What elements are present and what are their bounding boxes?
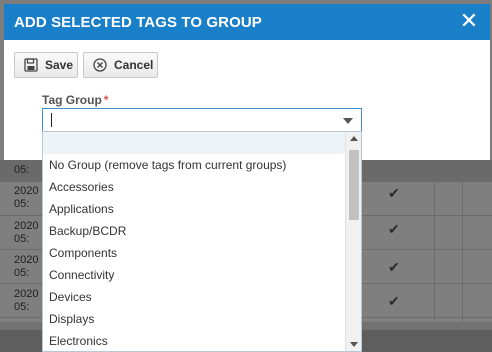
cancel-label: Cancel: [114, 58, 154, 72]
dropdown-option[interactable]: Accessories: [49, 176, 114, 198]
background-cell-date: 2020: [14, 254, 39, 266]
cancel-icon: [93, 58, 107, 72]
dropdown-option[interactable]: Displays: [49, 308, 94, 330]
chevron-down-icon[interactable]: [343, 118, 353, 124]
dropdown-scrollbar[interactable]: [345, 132, 361, 351]
dropdown-option[interactable]: Components: [49, 242, 117, 264]
tag-group-select[interactable]: [42, 108, 362, 132]
scroll-down-arrow-icon[interactable]: [350, 342, 358, 347]
save-label: Save: [45, 58, 74, 72]
dialog-titlebar: ADD SELECTED TAGS TO GROUP ✕: [4, 4, 490, 40]
required-marker: *: [103, 93, 109, 107]
check-icon: ✔: [388, 185, 400, 201]
background-column-divider: [434, 160, 435, 332]
tag-group-label: Tag Group *: [42, 93, 108, 107]
background-cell-time: 05:: [14, 164, 30, 176]
check-icon: ✔: [388, 259, 400, 275]
close-icon[interactable]: ✕: [456, 8, 482, 34]
background-cell-time: 05:: [14, 198, 30, 210]
background-cell-date: 2020: [14, 288, 39, 300]
save-icon: [24, 58, 38, 72]
background-cell-date: 2020: [14, 185, 39, 197]
text-caret: [51, 113, 52, 127]
background-cell-date: 2020: [14, 220, 39, 232]
cancel-button[interactable]: Cancel: [83, 52, 158, 78]
dropdown-option-no-group[interactable]: No Group (remove tags from current group…: [49, 154, 286, 176]
background-column-divider: [462, 160, 463, 332]
dropdown-option[interactable]: Backup/BCDR: [49, 220, 126, 242]
tag-group-dropdown: No Group (remove tags from current group…: [42, 131, 362, 352]
scrollbar-thumb[interactable]: [349, 150, 359, 220]
background-cell-time: 05:: [14, 301, 30, 313]
background-cell-time: 05:: [14, 233, 30, 245]
dropdown-option[interactable]: Connectivity: [49, 264, 114, 286]
check-icon: ✔: [388, 221, 400, 237]
dialog-title: ADD SELECTED TAGS TO GROUP: [14, 14, 262, 31]
tag-group-label-text: Tag Group: [42, 93, 102, 107]
dropdown-option-empty[interactable]: [43, 132, 345, 154]
background-cell-time: 05:: [14, 267, 30, 279]
save-button[interactable]: Save: [14, 52, 78, 78]
dropdown-option[interactable]: Electronics: [49, 330, 108, 351]
dropdown-option[interactable]: Applications: [49, 198, 114, 220]
dropdown-option[interactable]: Devices: [49, 286, 92, 308]
scroll-up-arrow-icon[interactable]: [350, 136, 358, 141]
check-icon: ✔: [388, 293, 400, 309]
